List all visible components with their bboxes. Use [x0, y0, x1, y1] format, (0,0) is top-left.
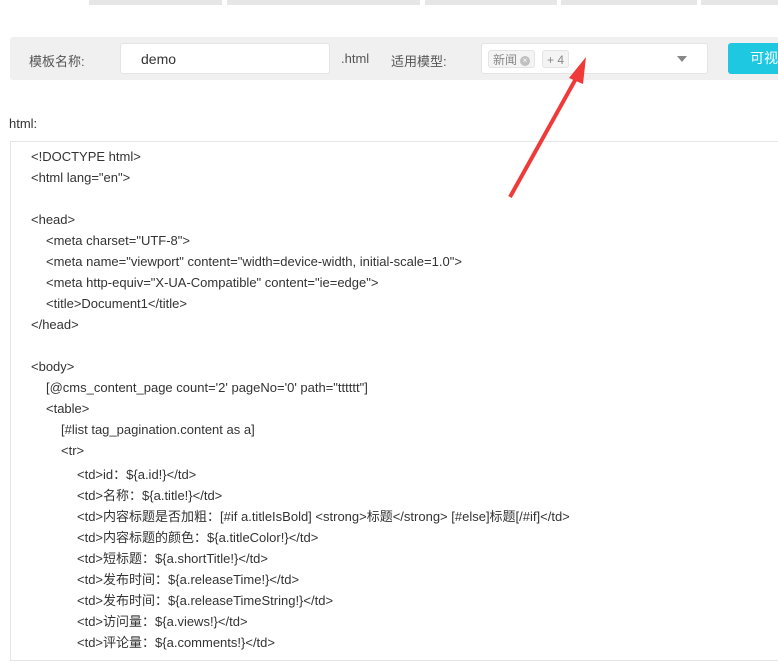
red-arrow-annotation — [508, 57, 586, 198]
